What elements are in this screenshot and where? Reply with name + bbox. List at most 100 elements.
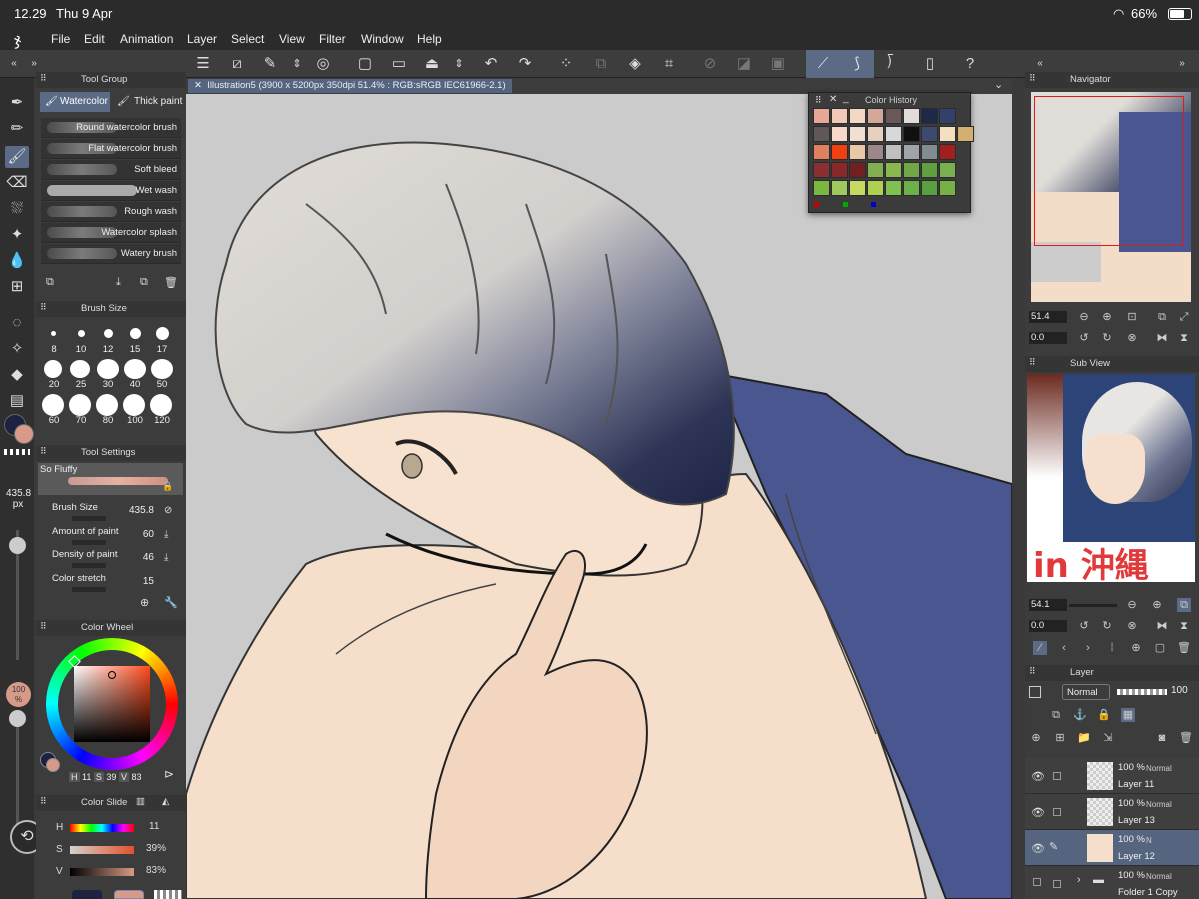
color-swatch[interactable] xyxy=(903,144,920,160)
minimize-icon[interactable]: _ xyxy=(843,93,849,104)
edit-property-icon[interactable]: ✎ xyxy=(260,54,280,74)
navigator-preview[interactable] xyxy=(1031,92,1191,302)
size-dot[interactable] xyxy=(78,330,85,337)
transparent-chip[interactable] xyxy=(154,890,182,899)
brush-size-header[interactable]: ⠿ Brush Size xyxy=(36,301,186,317)
color-swatch[interactable] xyxy=(867,126,884,142)
color-swatch[interactable] xyxy=(921,162,938,178)
right-collapse-icon[interactable]: « xyxy=(1030,54,1050,74)
grip-icon[interactable]: ⠿ xyxy=(40,73,47,84)
layer-checkbox[interactable] xyxy=(1053,808,1061,816)
opacity-slider-thumb[interactable] xyxy=(9,710,26,727)
color-swatch[interactable] xyxy=(885,162,902,178)
color-swatch[interactable] xyxy=(813,108,830,124)
subview-zoom[interactable]: 54.1 xyxy=(1029,599,1067,611)
color-swatch[interactable] xyxy=(849,162,866,178)
layer-color-icon[interactable] xyxy=(1029,686,1041,698)
companion-mode-icon[interactable]: ▯ xyxy=(920,54,940,74)
open-icon[interactable]: ▢ xyxy=(1153,641,1167,655)
layer-checkbox[interactable] xyxy=(1053,772,1061,780)
grip-icon[interactable]: ⠿ xyxy=(1029,73,1036,84)
size-dot[interactable] xyxy=(96,394,118,416)
color-stretch-slider[interactable] xyxy=(72,587,106,592)
hue-ring[interactable] xyxy=(46,638,178,770)
color-swatch[interactable] xyxy=(939,162,956,178)
color-swatch[interactable] xyxy=(813,162,830,178)
pressure-icon[interactable]: ⤓ xyxy=(164,529,168,540)
size-dot[interactable] xyxy=(69,394,91,416)
right-expand-icon[interactable]: » xyxy=(1172,54,1192,74)
rotate-left-icon[interactable]: ↺ xyxy=(1077,619,1091,633)
menu-file[interactable]: File xyxy=(51,32,70,46)
flip-vertical-icon[interactable]: ⧗ xyxy=(1177,331,1191,345)
opacity-slider-track[interactable] xyxy=(16,712,19,832)
flip-horizontal-icon[interactable]: ⧓ xyxy=(1155,619,1169,633)
fullscreen-icon[interactable]: ⤢ xyxy=(1177,310,1191,324)
color-mode-icon[interactable]: ⊳ xyxy=(164,767,174,781)
flip-horizontal-icon[interactable]: ⧓ xyxy=(1155,331,1169,345)
tab-thick-paint[interactable]: 🖌 Thick paint xyxy=(114,92,184,112)
brush-wet-wash[interactable]: Wet wash xyxy=(41,181,181,201)
layer-header[interactable]: ⠿ Layer xyxy=(1025,665,1199,681)
color-swatch[interactable] xyxy=(903,180,920,196)
color-swatch[interactable] xyxy=(885,180,902,196)
airbrush-tool-icon[interactable]: ⛆ xyxy=(5,198,29,220)
tab-watercolor[interactable]: 🖌 Watercolor xyxy=(40,92,110,112)
grip-icon[interactable]: ⠿ xyxy=(40,446,47,457)
color-swatch[interactable] xyxy=(957,126,974,142)
rgb-icon[interactable]: ▥ xyxy=(136,796,145,807)
size-dot[interactable] xyxy=(97,359,119,379)
reset-rotation-icon[interactable]: ⊗ xyxy=(1125,331,1139,345)
color-swatch[interactable] xyxy=(939,180,956,196)
duplicate-icon[interactable]: ⧉ xyxy=(140,276,148,289)
import-icon[interactable]: ⊕ xyxy=(1129,641,1143,655)
pressure-icon[interactable]: ⤓ xyxy=(164,552,168,563)
density-of-paint-slider[interactable] xyxy=(72,563,106,568)
layer-checkbox[interactable] xyxy=(1033,878,1041,886)
color-swatch[interactable] xyxy=(939,126,956,142)
color-swatch[interactable] xyxy=(939,144,956,160)
brush-round-watercolor[interactable]: Round watercolor brush xyxy=(41,118,181,138)
redo-icon[interactable]: ↷ xyxy=(515,54,535,74)
brush-size-slider[interactable] xyxy=(72,516,106,521)
brush-preview[interactable]: So Fluffy 🔒 xyxy=(38,463,183,495)
canvas-size-icon[interactable]: ⧄ xyxy=(227,54,247,74)
layer-opacity-slider[interactable] xyxy=(1117,689,1167,695)
record-icon[interactable]: ◎ xyxy=(313,54,333,74)
color-swatch[interactable] xyxy=(831,162,848,178)
color-swatch[interactable] xyxy=(867,108,884,124)
color-swatch[interactable] xyxy=(903,162,920,178)
grip-icon[interactable]: ⠿ xyxy=(1029,357,1036,368)
size-slider-thumb[interactable] xyxy=(9,537,26,554)
color-swatch[interactable] xyxy=(831,108,848,124)
pencil-tool-icon[interactable]: ✏ xyxy=(5,118,29,140)
layer-opacity-value[interactable]: 100 xyxy=(1171,685,1188,696)
reset-rotation-icon[interactable]: ⊗ xyxy=(1125,619,1139,633)
actual-size-icon[interactable]: ⧉ xyxy=(1155,310,1169,324)
size-dot[interactable] xyxy=(44,360,62,378)
eye-icon[interactable]: 👁 xyxy=(1031,842,1045,855)
size-dot[interactable] xyxy=(150,394,172,416)
gradient-tool-icon[interactable]: ▤ xyxy=(5,390,29,412)
layer-checkbox[interactable] xyxy=(1053,880,1061,888)
app-logo-icon[interactable]: ჯ xyxy=(14,30,21,50)
amount-of-paint-slider[interactable] xyxy=(72,540,106,545)
color-swatch[interactable] xyxy=(921,126,938,142)
save-switch-icon[interactable]: ⇕ xyxy=(449,54,469,74)
menu-layer[interactable]: Layer xyxy=(187,32,217,46)
size-dot[interactable] xyxy=(130,328,141,339)
pen-tool-icon[interactable]: ✒ xyxy=(5,92,29,114)
saturation-slider[interactable] xyxy=(70,846,134,854)
snap-special-icon[interactable]: ⟆ xyxy=(840,50,874,78)
color-swatch[interactable] xyxy=(831,180,848,196)
grip-icon[interactable]: ⠿ xyxy=(815,95,822,106)
folder-row[interactable]: › ▬ 100 % Normal Folder 1 Copy xyxy=(1025,866,1199,899)
navigator-rotation[interactable]: 0.0 xyxy=(1029,332,1067,344)
tool-property-icon[interactable]: ⧉ xyxy=(46,276,54,289)
snap-grid-icon[interactable]: ⟌ xyxy=(880,54,900,74)
wrench-icon[interactable]: 🔧 xyxy=(164,596,178,609)
sub-color-swatch[interactable] xyxy=(14,424,34,444)
deselect-icon[interactable]: ⁘ xyxy=(556,54,576,74)
color-swatch[interactable] xyxy=(939,108,956,124)
drawing-canvas[interactable] xyxy=(186,94,1012,899)
